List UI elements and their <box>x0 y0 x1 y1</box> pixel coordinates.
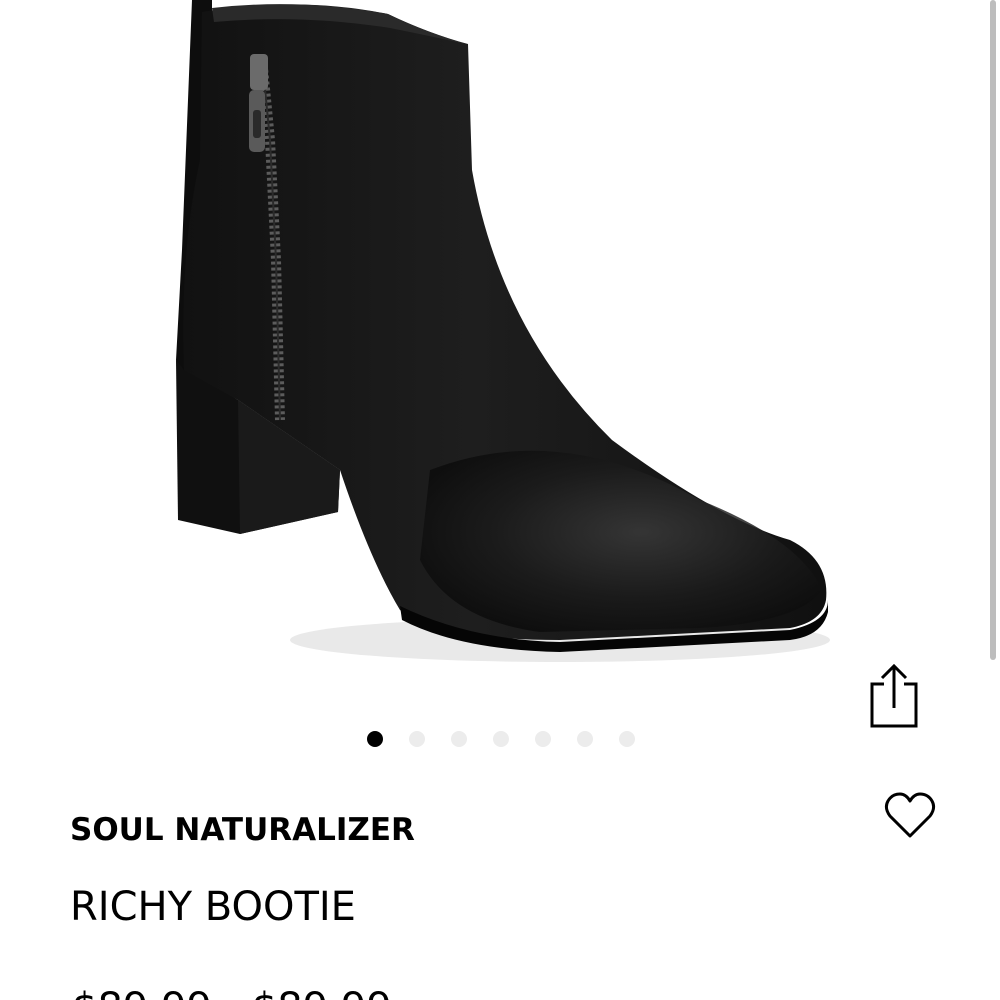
product-page: SOUL NATURALIZER RICHY BOOTIE $89.99 - $… <box>0 0 1000 1000</box>
product-title: RICHY BOOTIE <box>70 884 356 930</box>
product-image[interactable] <box>0 0 1000 700</box>
product-price: $89.99 - $89.99 <box>72 985 392 1000</box>
share-button[interactable] <box>866 660 922 732</box>
share-icon <box>870 663 918 728</box>
wishlist-button[interactable] <box>882 790 938 842</box>
carousel-dot[interactable] <box>535 731 551 747</box>
carousel-dot[interactable] <box>577 731 593 747</box>
carousel-dot[interactable] <box>409 731 425 747</box>
heart-icon <box>884 792 936 838</box>
carousel-dot[interactable] <box>493 731 509 747</box>
carousel-dot[interactable] <box>619 731 635 747</box>
carousel-indicator <box>367 730 661 748</box>
carousel-dot[interactable] <box>451 731 467 747</box>
carousel-dot[interactable] <box>367 731 383 747</box>
brand-name[interactable]: SOUL NATURALIZER <box>70 812 415 848</box>
